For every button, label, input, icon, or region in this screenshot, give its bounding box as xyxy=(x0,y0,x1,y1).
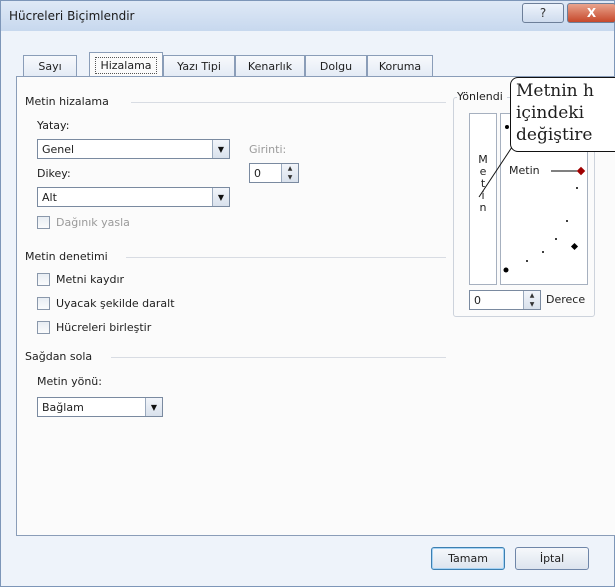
chevron-down-icon: ▼ xyxy=(212,140,229,158)
indent-value: 0 xyxy=(254,167,261,180)
chevron-down-icon: ▼ xyxy=(145,398,162,416)
tab-border-label: Kenarlık xyxy=(247,59,293,73)
tab-border[interactable]: Kenarlık xyxy=(235,55,305,76)
wrap-text-label: Metni kaydır xyxy=(56,273,125,286)
indent-label: Girinti: xyxy=(249,143,287,156)
vertical-select[interactable]: Alt ▼ xyxy=(37,187,230,207)
cancel-button[interactable]: İptal xyxy=(515,547,589,570)
text-direction-select[interactable]: Bağlam ▼ xyxy=(37,397,163,417)
merge-cells-checkbox[interactable]: Hücreleri birleştir xyxy=(37,321,151,334)
vertical-value: Alt xyxy=(42,191,57,204)
horizontal-value: Genel xyxy=(42,143,75,156)
spin-arrows-icon: ▲ ▼ xyxy=(523,291,540,309)
shrink-to-fit-label: Uyacak şekilde daralt xyxy=(56,297,175,310)
spin-arrows-icon: ▲ ▼ xyxy=(281,164,298,182)
format-cells-dialog: Hücreleri Biçimlendir ? X Sayı Hizalama … xyxy=(0,0,615,587)
divider xyxy=(126,257,446,258)
callout-annotation: Metnin h içindeki değiştire xyxy=(510,77,615,152)
shrink-to-fit-checkbox[interactable]: Uyacak şekilde daralt xyxy=(37,297,175,310)
callout-line: Metnin h xyxy=(516,81,594,101)
ok-button[interactable]: Tamam xyxy=(431,547,505,570)
checkbox-box xyxy=(37,216,50,229)
checkbox-box xyxy=(37,321,50,334)
text-alignment-title: Metin hizalama xyxy=(25,95,113,108)
degrees-stepper[interactable]: 0 ▲ ▼ xyxy=(469,290,541,310)
close-button[interactable]: X xyxy=(567,3,615,23)
text-direction-label: Metin yönü: xyxy=(37,375,102,388)
rtl-title: Sağdan sola xyxy=(25,350,97,363)
tab-alignment[interactable]: Hizalama xyxy=(89,52,163,77)
horizontal-select[interactable]: Genel ▼ xyxy=(37,139,230,159)
tab-fill[interactable]: Dolgu xyxy=(305,55,367,76)
tab-fill-label: Dolgu xyxy=(319,59,353,73)
divider xyxy=(131,102,446,103)
callout-pointer xyxy=(478,141,517,198)
distributed-checkbox[interactable]: Dağınık yasla xyxy=(37,216,130,229)
orientation-title: Yönlendi xyxy=(457,90,507,103)
merge-cells-label: Hücreleri birleştir xyxy=(56,321,152,334)
degrees-label: Derece xyxy=(546,293,586,306)
checkbox-box xyxy=(37,297,50,310)
indent-stepper[interactable]: 0 ▲ ▼ xyxy=(249,163,299,183)
vertical-label: Dikey: xyxy=(37,167,71,180)
horizontal-label: Yatay: xyxy=(37,119,70,132)
tab-protection[interactable]: Koruma xyxy=(367,55,433,76)
wrap-text-checkbox[interactable]: Metni kaydır xyxy=(37,273,124,286)
help-icon: ? xyxy=(539,6,547,20)
tab-font[interactable]: Yazı Tipi xyxy=(163,55,235,76)
text-direction-value: Bağlam xyxy=(42,401,84,414)
cancel-label: İptal xyxy=(539,552,565,565)
window-title: Hücreleri Biçimlendir xyxy=(9,9,135,23)
title-bar: Hücreleri Biçimlendir ? X xyxy=(1,1,615,31)
tab-protection-label: Koruma xyxy=(378,59,422,73)
degrees-value: 0 xyxy=(474,294,481,307)
help-button[interactable]: ? xyxy=(522,3,564,23)
checkbox-box xyxy=(37,273,50,286)
divider xyxy=(111,357,446,358)
distributed-label: Dağınık yasla xyxy=(56,216,130,229)
tab-font-label: Yazı Tipi xyxy=(177,59,221,73)
tab-number-label: Sayı xyxy=(38,59,62,73)
chevron-down-icon: ▼ xyxy=(212,188,229,206)
close-icon: X xyxy=(586,6,597,20)
callout-line: değiştire xyxy=(516,125,593,145)
tab-alignment-label: Hizalama xyxy=(95,56,157,74)
ok-label: Tamam xyxy=(448,552,488,565)
text-control-title: Metin denetimi xyxy=(25,250,112,263)
tab-number[interactable]: Sayı xyxy=(23,55,77,76)
callout-line: içindeki xyxy=(516,103,585,123)
